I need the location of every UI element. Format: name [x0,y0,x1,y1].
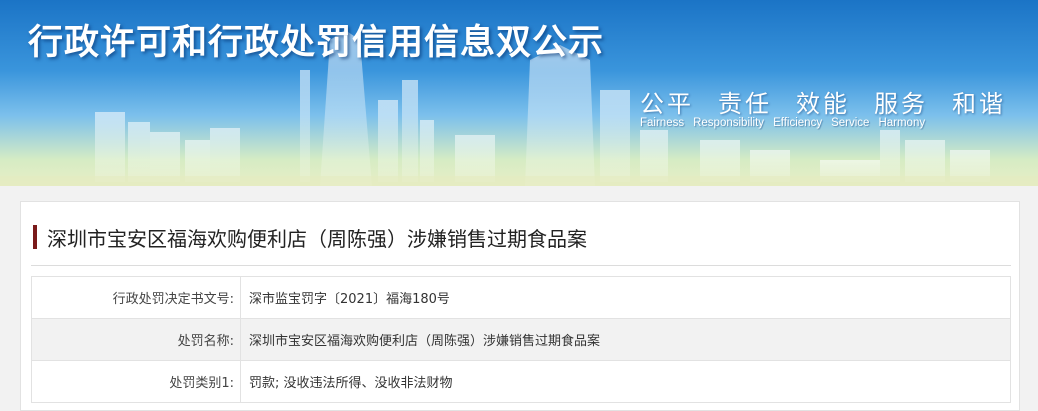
slogan-cn: 公平 责任 效能 服务 和谐 [640,84,1006,119]
table-row: 处罚名称: 深圳市宝安区福海欢购便利店（周陈强）涉嫌销售过期食品案 [31,318,1011,361]
slogan-harmony: 和谐 [952,90,1006,118]
table-row: 处罚类别1: 罚款; 没收违法所得、没收非法财物 [31,360,1011,403]
slogan-fairness: 公平 [640,90,694,118]
row-label: 行政处罚决定书文号: [31,276,241,319]
case-info-table: 行政处罚决定书文号: 深市监宝罚字〔2021〕福海180号 处罚名称: 深圳市宝… [31,276,1011,403]
case-detail-panel: 深圳市宝安区福海欢购便利店（周陈强）涉嫌销售过期食品案 行政处罚决定书文号: 深… [20,201,1020,411]
slogan-en-responsibility: Responsibility [693,117,765,129]
header-banner: 行政许可和行政处罚信用信息双公示 公平 责任 效能 服务 和谐 Fairness… [0,0,1038,186]
slogan-en-fairness: Fairness [640,117,685,129]
title-marker [33,225,37,249]
row-label: 处罚名称: [31,318,241,361]
slogan-efficiency: 效能 [796,90,850,118]
row-value: 深圳市宝安区福海欢购便利店（周陈强）涉嫌销售过期食品案 [240,318,1011,361]
slogan-service: 服务 [874,90,928,118]
table-row: 行政处罚决定书文号: 深市监宝罚字〔2021〕福海180号 [31,276,1011,319]
site-title: 行政许可和行政处罚信用信息双公示 [28,23,605,63]
slogan-en: Fairness Responsibility Efficiency Servi… [640,117,925,129]
row-value: 罚款; 没收违法所得、没收非法财物 [240,360,1011,403]
case-title-text: 深圳市宝安区福海欢购便利店（周陈强）涉嫌销售过期食品案 [47,226,587,251]
slogan-en-service: Service [831,117,870,129]
case-title: 深圳市宝安区福海欢购便利店（周陈强）涉嫌销售过期食品案 [33,224,587,251]
row-value: 深市监宝罚字〔2021〕福海180号 [240,276,1011,319]
slogan-en-harmony: Harmony [878,117,926,129]
slogan-en-efficiency: Efficiency [773,117,823,129]
title-divider [31,265,1011,266]
slogan-responsibility: 责任 [718,90,772,118]
row-label: 处罚类别1: [31,360,241,403]
